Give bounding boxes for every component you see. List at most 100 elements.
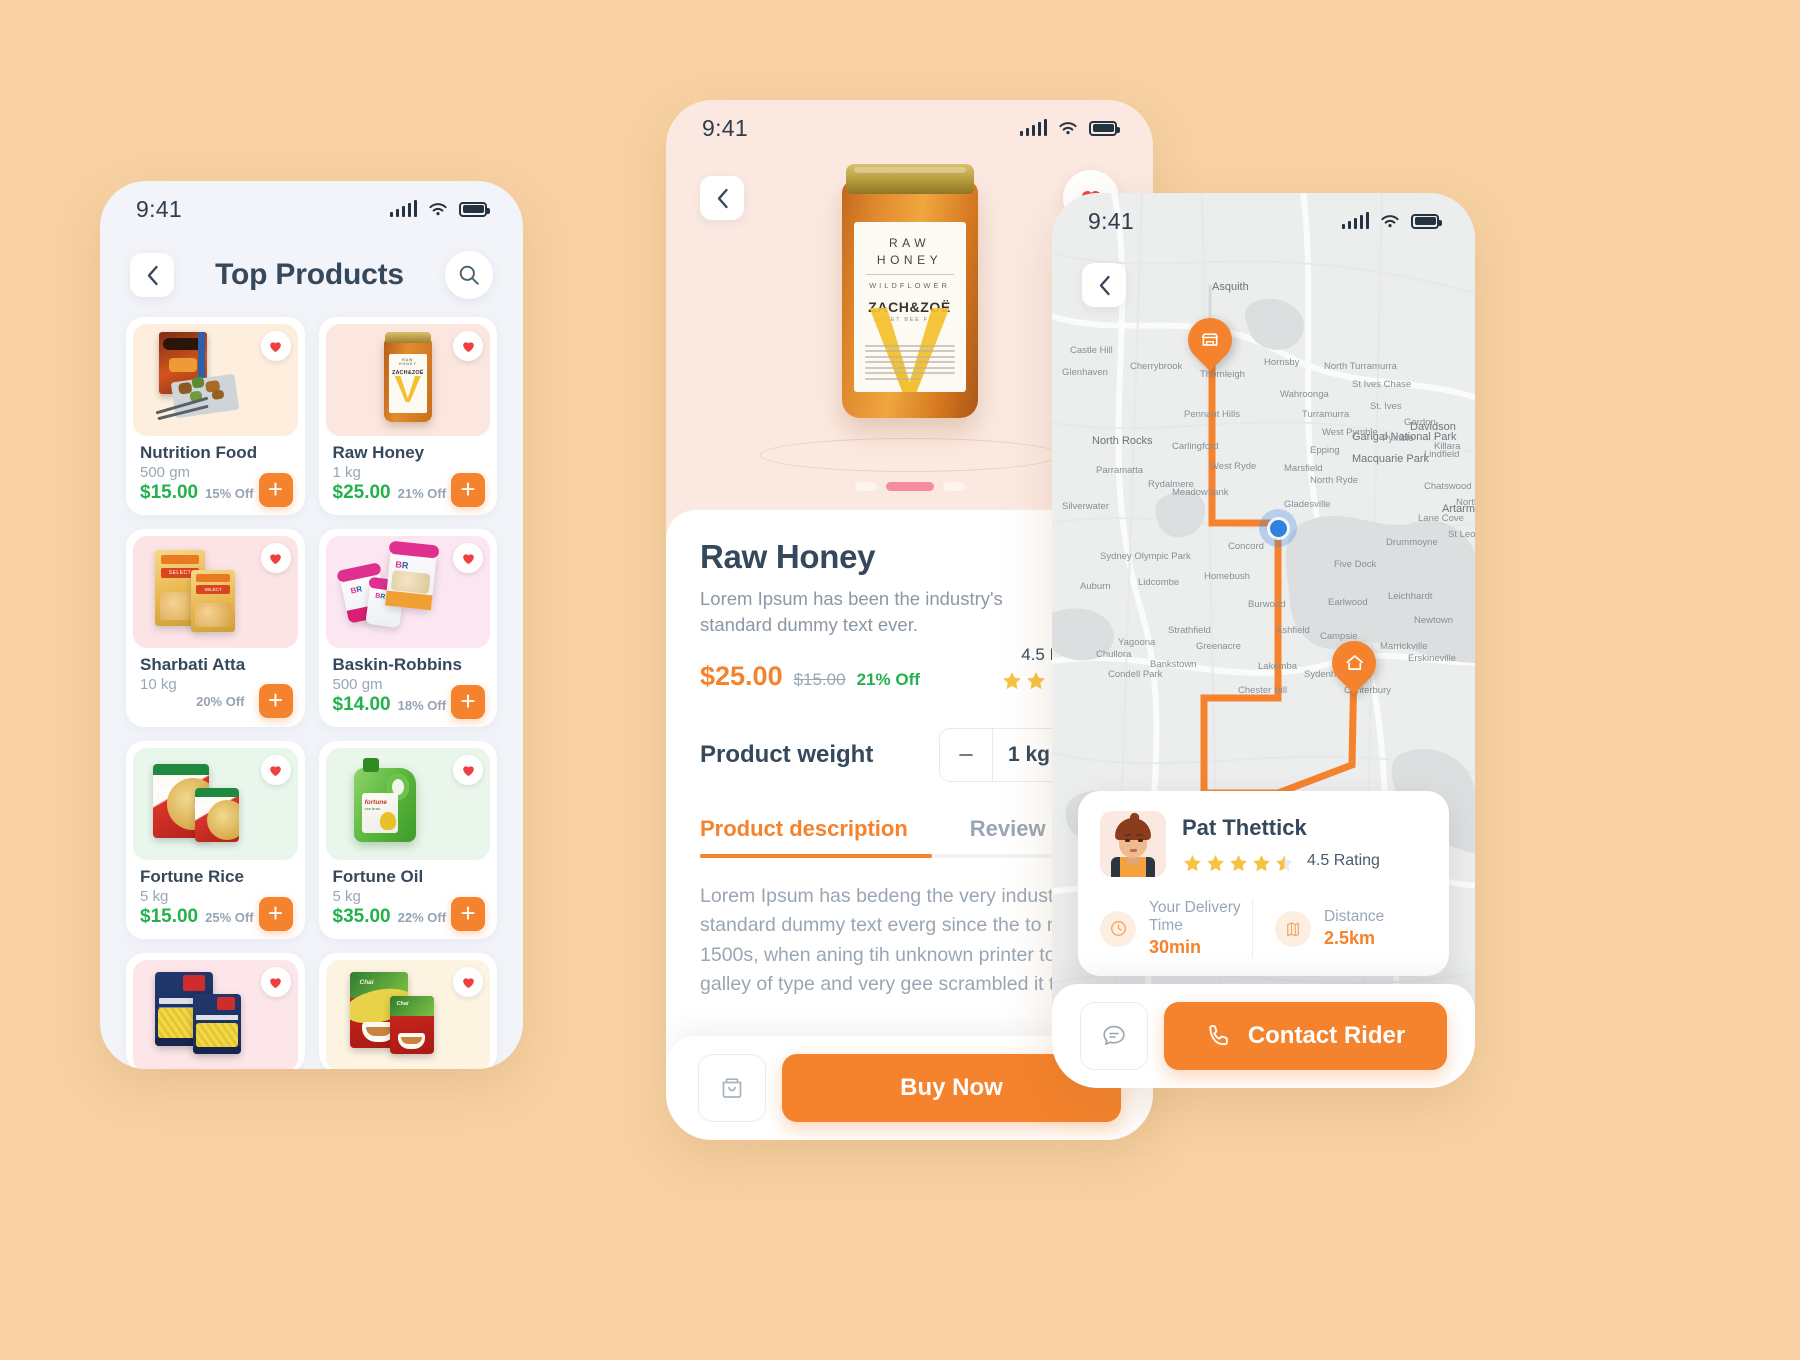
status-bar: 9:41 <box>1052 193 1475 249</box>
shopping-bag-icon <box>722 1078 742 1098</box>
map-label: North Ryde <box>1310 475 1359 486</box>
product-info: Raw Honey 1 kg $25.00 21% Off + <box>326 436 491 515</box>
back-button[interactable] <box>130 253 174 297</box>
add-to-bag-button[interactable] <box>698 1054 766 1122</box>
rider-rating-stars <box>1182 853 1295 874</box>
heart-icon <box>462 977 474 988</box>
product-name: Baskin-Robbins <box>332 655 462 674</box>
chat-bubble-icon <box>1103 1025 1125 1045</box>
carousel-dot[interactable] <box>854 482 877 491</box>
product-thumbnail: fortune biryani fortune <box>133 748 298 860</box>
add-to-cart-button[interactable]: + <box>258 897 293 931</box>
add-to-cart-button[interactable]: + <box>451 473 485 507</box>
product-card[interactable]: BR BR BR Baskin-Robbins 500 gm $14.00 18… <box>318 529 497 727</box>
product-name: Raw Honey <box>332 443 425 462</box>
product-thumbnail: fortune rice bran <box>325 748 490 860</box>
search-button[interactable] <box>445 251 493 299</box>
map-label: Marsfield <box>1284 463 1323 474</box>
jar-label-bodytext <box>864 344 955 384</box>
product-card[interactable]: SELECT SELECT Sharbati Atta 10 kg 20% Of… <box>126 529 305 727</box>
map-label: Wahroonga <box>1280 389 1329 400</box>
product-price: $15.00 <box>140 482 199 503</box>
delivery-time-text: Your Delivery Time 30min <box>1149 899 1252 958</box>
favorite-toggle[interactable] <box>260 331 291 361</box>
map-label: Meadowbank <box>1172 487 1229 498</box>
product-card[interactable]: Nutrition Food 500 gm $15.00 15% Off + <box>126 317 305 515</box>
product-discount: 22% Off <box>397 910 447 925</box>
product-thumbnail <box>133 324 298 436</box>
favorite-toggle[interactable] <box>260 543 291 573</box>
favorite-toggle[interactable] <box>453 331 483 361</box>
carousel-dot[interactable] <box>942 482 965 491</box>
favorite-toggle[interactable] <box>260 755 291 785</box>
chevron-left-icon <box>1099 275 1110 295</box>
favorite-toggle[interactable] <box>453 967 483 997</box>
rider-rating-label: 4.5 Rating <box>1307 851 1380 869</box>
map-label: Pennant Hills <box>1184 409 1240 420</box>
heart-icon <box>462 553 474 564</box>
status-bar: 9:41 <box>100 181 523 237</box>
tab-product-description[interactable]: Product description <box>700 816 908 858</box>
product-info: Fortune Oil 5 kg $35.00 22% Off + <box>326 860 491 939</box>
decrement-button[interactable] <box>940 729 992 781</box>
delivery-meta-row: Your Delivery Time 30min Distance 2.5km <box>1100 899 1427 958</box>
contact-rider-button[interactable]: Contact Rider <box>1164 1002 1447 1070</box>
star-icon-full <box>1027 671 1045 689</box>
map-label: Drummoyne <box>1386 537 1438 548</box>
tab-review[interactable]: Review <box>970 816 1046 858</box>
map-label: St. Ives <box>1370 401 1402 412</box>
product-grid: Nutrition Food 500 gm $15.00 15% Off + R… <box>100 317 523 1069</box>
phone-call-icon <box>1209 1025 1228 1046</box>
product-card[interactable]: fortune biryani fortune Fortune Rice 5 k… <box>126 741 305 939</box>
product-price: $35.00 <box>332 906 391 927</box>
distance-text: Distance 2.5km <box>1324 908 1384 949</box>
minus-icon <box>959 753 973 756</box>
product-info: Nutrition Food 500 gm $15.00 15% Off + <box>133 436 298 515</box>
product-discount: 15% Off <box>205 486 254 501</box>
page-title: Top Products <box>215 258 404 291</box>
contact-rider-label: Contact Rider <box>1247 1022 1406 1049</box>
status-bar: 9:41 <box>666 100 1153 156</box>
store-glyph <box>1201 333 1219 346</box>
map-label: Carlingford <box>1172 441 1219 452</box>
distance-value: 2.5km <box>1324 928 1376 948</box>
product-price: $15.00 <box>140 906 199 927</box>
distance-label: Distance <box>1324 908 1385 925</box>
map-label: Northwood <box>1456 497 1475 508</box>
star-icon-full <box>1207 854 1224 871</box>
carousel-dot[interactable] <box>885 482 934 491</box>
back-button[interactable] <box>1082 263 1126 307</box>
wifi-icon <box>1059 121 1077 134</box>
add-to-cart-button[interactable]: + <box>451 897 485 931</box>
favorite-toggle[interactable] <box>453 755 483 785</box>
product-card[interactable]: Chai Chai <box>318 953 497 1069</box>
map-label: Lane Cove <box>1418 513 1464 524</box>
signal-bars-icon <box>1341 212 1369 229</box>
status-time: 9:41 <box>136 195 182 222</box>
map-label: Macquarie Park <box>1352 453 1430 465</box>
map-label: North Turramurra <box>1324 361 1397 372</box>
product-name: Nutrition Food <box>140 443 258 462</box>
favorite-toggle[interactable] <box>260 967 291 997</box>
wifi-icon <box>1381 214 1399 227</box>
heart-icon <box>270 765 281 776</box>
add-to-cart-button[interactable]: + <box>258 473 293 507</box>
product-thumbnail <box>133 960 298 1069</box>
product-discount: 20% Off <box>196 694 245 709</box>
favorite-toggle[interactable] <box>453 543 483 573</box>
page-header: Top Products <box>100 237 523 317</box>
battery-full-icon <box>1411 213 1442 229</box>
chat-button[interactable] <box>1080 1002 1148 1070</box>
map-label: Gordon <box>1404 417 1436 428</box>
map-label: Silverwater <box>1062 501 1109 512</box>
product-card[interactable]: fortune rice bran Fortune Oil 5 kg $35.0… <box>318 741 497 939</box>
add-to-cart-button[interactable]: + <box>258 684 293 718</box>
product-price: $25.00 <box>700 660 783 691</box>
product-card[interactable]: RAW HONEY ZACH&ZOË Raw Honey 1 kg $25.00… <box>318 317 497 515</box>
add-to-cart-button[interactable]: + <box>451 685 485 719</box>
product-shadow <box>759 438 1060 472</box>
map-label: Lidcombe <box>1138 577 1180 588</box>
phone-top-products: 9:41 Top Products Nutrition Food 500 gm … <box>100 181 523 1069</box>
product-card[interactable] <box>126 953 305 1069</box>
signal-bars-icon <box>389 200 417 217</box>
